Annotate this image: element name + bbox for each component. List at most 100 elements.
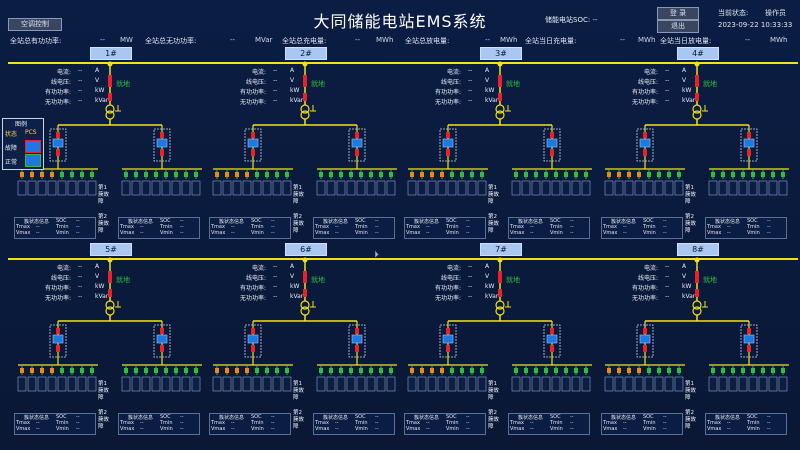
battery-icon (329, 172, 333, 177)
battery-icon (607, 368, 611, 373)
battery-cell (614, 376, 624, 392)
vmax-label: Vmax (120, 426, 135, 432)
battery-icon (460, 368, 464, 373)
pcs-icon (639, 334, 651, 344)
pcs-icon (546, 138, 558, 148)
vmin-value: -- (375, 426, 379, 432)
battery-icon (751, 368, 755, 373)
param-value: -- (468, 87, 473, 94)
param-value: -- (468, 263, 473, 270)
battery-cell (171, 180, 181, 196)
param-label-reactive_power: 无功功率: (631, 295, 658, 302)
pcs-breaker (446, 132, 450, 138)
cluster-1-fault: 第1簇故障 (685, 185, 697, 205)
battery-cell (624, 376, 634, 392)
battery-icon (667, 368, 671, 373)
bus-node (302, 61, 308, 67)
pcs-icon (247, 334, 259, 344)
main-breaker (303, 271, 307, 283)
battery-cell (531, 180, 541, 196)
battery-icon (420, 172, 424, 177)
battery-icon (184, 172, 188, 177)
battery-cell (634, 376, 644, 392)
battery-icon (761, 368, 765, 373)
battery-icon (369, 368, 373, 373)
vmax-label: Vmax (211, 230, 226, 236)
unit-tab-6[interactable]: 6# (285, 243, 327, 256)
battery-cell (232, 376, 242, 392)
vmin-label: Vmin (160, 426, 173, 432)
vmin-label: Vmin (446, 426, 459, 432)
cluster-2-fault: 第2簇故障 (488, 214, 500, 234)
unit-tab-1[interactable]: 1# (90, 47, 132, 60)
bus-node (107, 257, 113, 263)
param-unit: kW (95, 283, 105, 290)
pcs-breaker (643, 132, 647, 138)
battery-icon (534, 172, 538, 177)
battery-icon (574, 368, 578, 373)
battery-icon (430, 368, 434, 373)
pcs-icon (442, 138, 454, 148)
battery-cell (654, 376, 664, 392)
main-switch (108, 289, 112, 297)
transformer-icon (692, 306, 702, 316)
unit-tab-5[interactable]: 5# (90, 243, 132, 256)
battery-icon (275, 172, 279, 177)
param-label-current: 电流: (251, 265, 266, 272)
vmax-value: -- (140, 426, 144, 432)
pcs-breaker-lower (160, 345, 164, 352)
battery-cell (511, 376, 521, 392)
battery-icon (410, 172, 414, 177)
param-value: -- (468, 293, 473, 300)
battery-icon (480, 368, 484, 373)
battery-cell (581, 376, 591, 392)
param-value: -- (78, 273, 83, 280)
transformer-icon (692, 110, 702, 120)
battery-icon (781, 368, 785, 373)
battery-cell (77, 180, 87, 196)
param-unit: A (95, 67, 100, 74)
battery-cell (447, 376, 457, 392)
battery-icon (470, 172, 474, 177)
battery-cell (366, 376, 376, 392)
vmin-value: -- (271, 230, 275, 236)
battery-icon (40, 368, 44, 373)
param-value: -- (273, 273, 278, 280)
unit-tab-7[interactable]: 7# (480, 243, 522, 256)
battery-icon (20, 368, 24, 373)
unit-tab-3[interactable]: 3# (480, 47, 522, 60)
battery-icon (174, 368, 178, 373)
pcs-breaker-lower (56, 149, 60, 156)
vmin-value: -- (570, 426, 574, 432)
battery-icon (534, 368, 538, 373)
param-label-reactive_power: 无功功率: (44, 295, 71, 302)
param-label-line_voltage: 线电压: (245, 79, 266, 86)
pcs-icon (351, 138, 363, 148)
vmin-value: -- (663, 230, 667, 236)
unit-tab-8[interactable]: 8# (677, 243, 719, 256)
battery-icon (440, 172, 444, 177)
cluster-1-fault: 第1簇故障 (98, 381, 110, 401)
pcs-icon (52, 334, 64, 344)
vmax-value: -- (727, 426, 731, 432)
battery-cell (151, 180, 161, 196)
battery-icon (80, 172, 84, 177)
cluster-1-fault: 第1簇故障 (488, 185, 500, 205)
battery-icon (265, 368, 269, 373)
battery-cell (728, 180, 738, 196)
cluster-1-fault: 第1簇故障 (98, 185, 110, 205)
battery-cell (718, 180, 728, 196)
battery-icon (637, 368, 641, 373)
local-mode-label: 就地 (311, 276, 325, 284)
battery-icon (379, 172, 383, 177)
unit-tab-2[interactable]: 2# (285, 47, 327, 60)
battery-cell (674, 180, 684, 196)
param-value: -- (78, 283, 83, 290)
battery-icon (617, 368, 621, 373)
battery-icon (235, 172, 239, 177)
battery-cell (161, 180, 171, 196)
battery-icon (134, 368, 138, 373)
pcs-breaker-lower (550, 345, 554, 352)
battery-icon (70, 172, 74, 177)
unit-tab-4[interactable]: 4# (677, 47, 719, 60)
